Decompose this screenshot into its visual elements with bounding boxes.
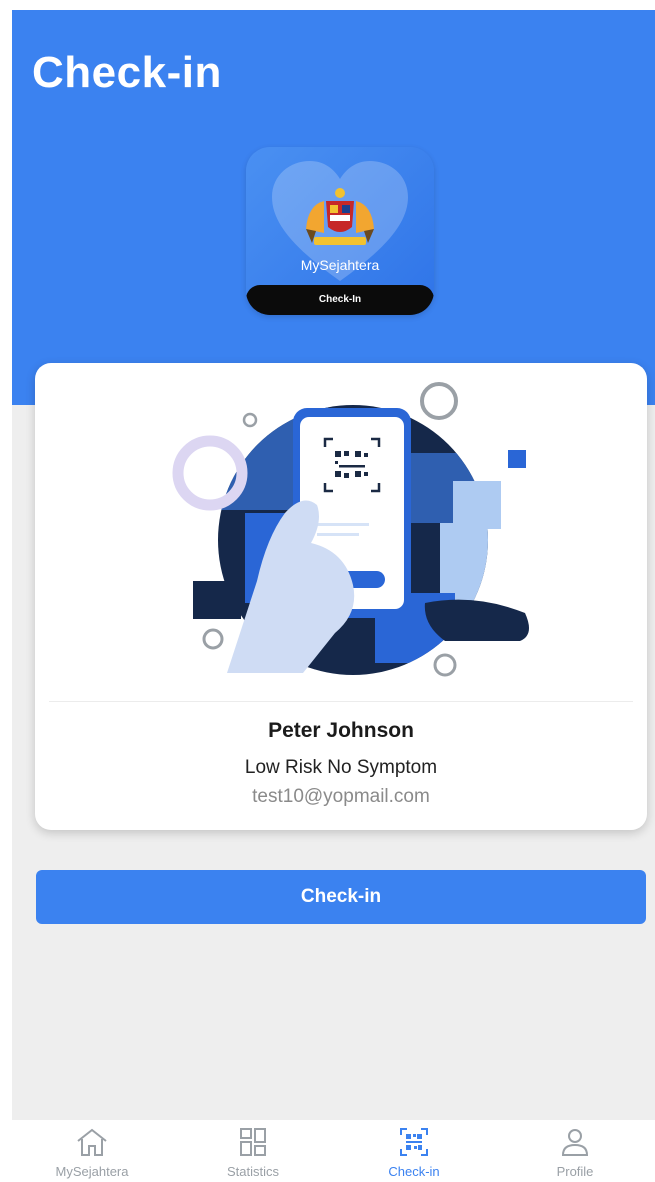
tab-label-statistics: Statistics bbox=[226, 1164, 279, 1179]
person-icon bbox=[561, 1129, 589, 1156]
bottom-tab-bar: MySejahtera Statistics Check-in Profile bbox=[12, 1120, 655, 1182]
user-card: Peter Johnson Low Risk No Symptom test10… bbox=[35, 363, 647, 830]
qr-code-icon bbox=[400, 1128, 428, 1156]
checkin-screen: Check-in MySejahtera Check-In Peter John… bbox=[12, 10, 655, 1182]
risk-status: Low Risk No Symptom bbox=[244, 757, 438, 778]
tab-label-checkin: Check-in bbox=[388, 1164, 440, 1179]
tab-checkin[interactable]: Check-in bbox=[334, 1120, 494, 1182]
app-logo-name: MySejahtera bbox=[300, 257, 380, 273]
qr-scan-illustration bbox=[172, 382, 529, 677]
app-logo-strip: Check-In bbox=[246, 285, 434, 315]
grid-icon bbox=[240, 1128, 266, 1156]
page-title: Check-in bbox=[32, 48, 222, 97]
tab-label-profile: Profile bbox=[556, 1164, 594, 1179]
card-divider bbox=[49, 701, 633, 702]
home-icon bbox=[77, 1128, 107, 1156]
checkin-button[interactable]: Check-in bbox=[36, 870, 646, 924]
coat-of-arms-emblem bbox=[306, 188, 374, 245]
app-logo: MySejahtera Check-In bbox=[246, 147, 434, 315]
user-email: test10@yopmail.com bbox=[252, 786, 430, 807]
tab-label-mysejahtera: MySejahtera bbox=[55, 1164, 129, 1179]
tab-statistics[interactable]: Statistics bbox=[173, 1120, 333, 1182]
tab-profile[interactable]: Profile bbox=[495, 1120, 655, 1182]
tab-mysejahtera[interactable]: MySejahtera bbox=[12, 1120, 172, 1182]
user-name: Peter Johnson bbox=[268, 719, 414, 742]
